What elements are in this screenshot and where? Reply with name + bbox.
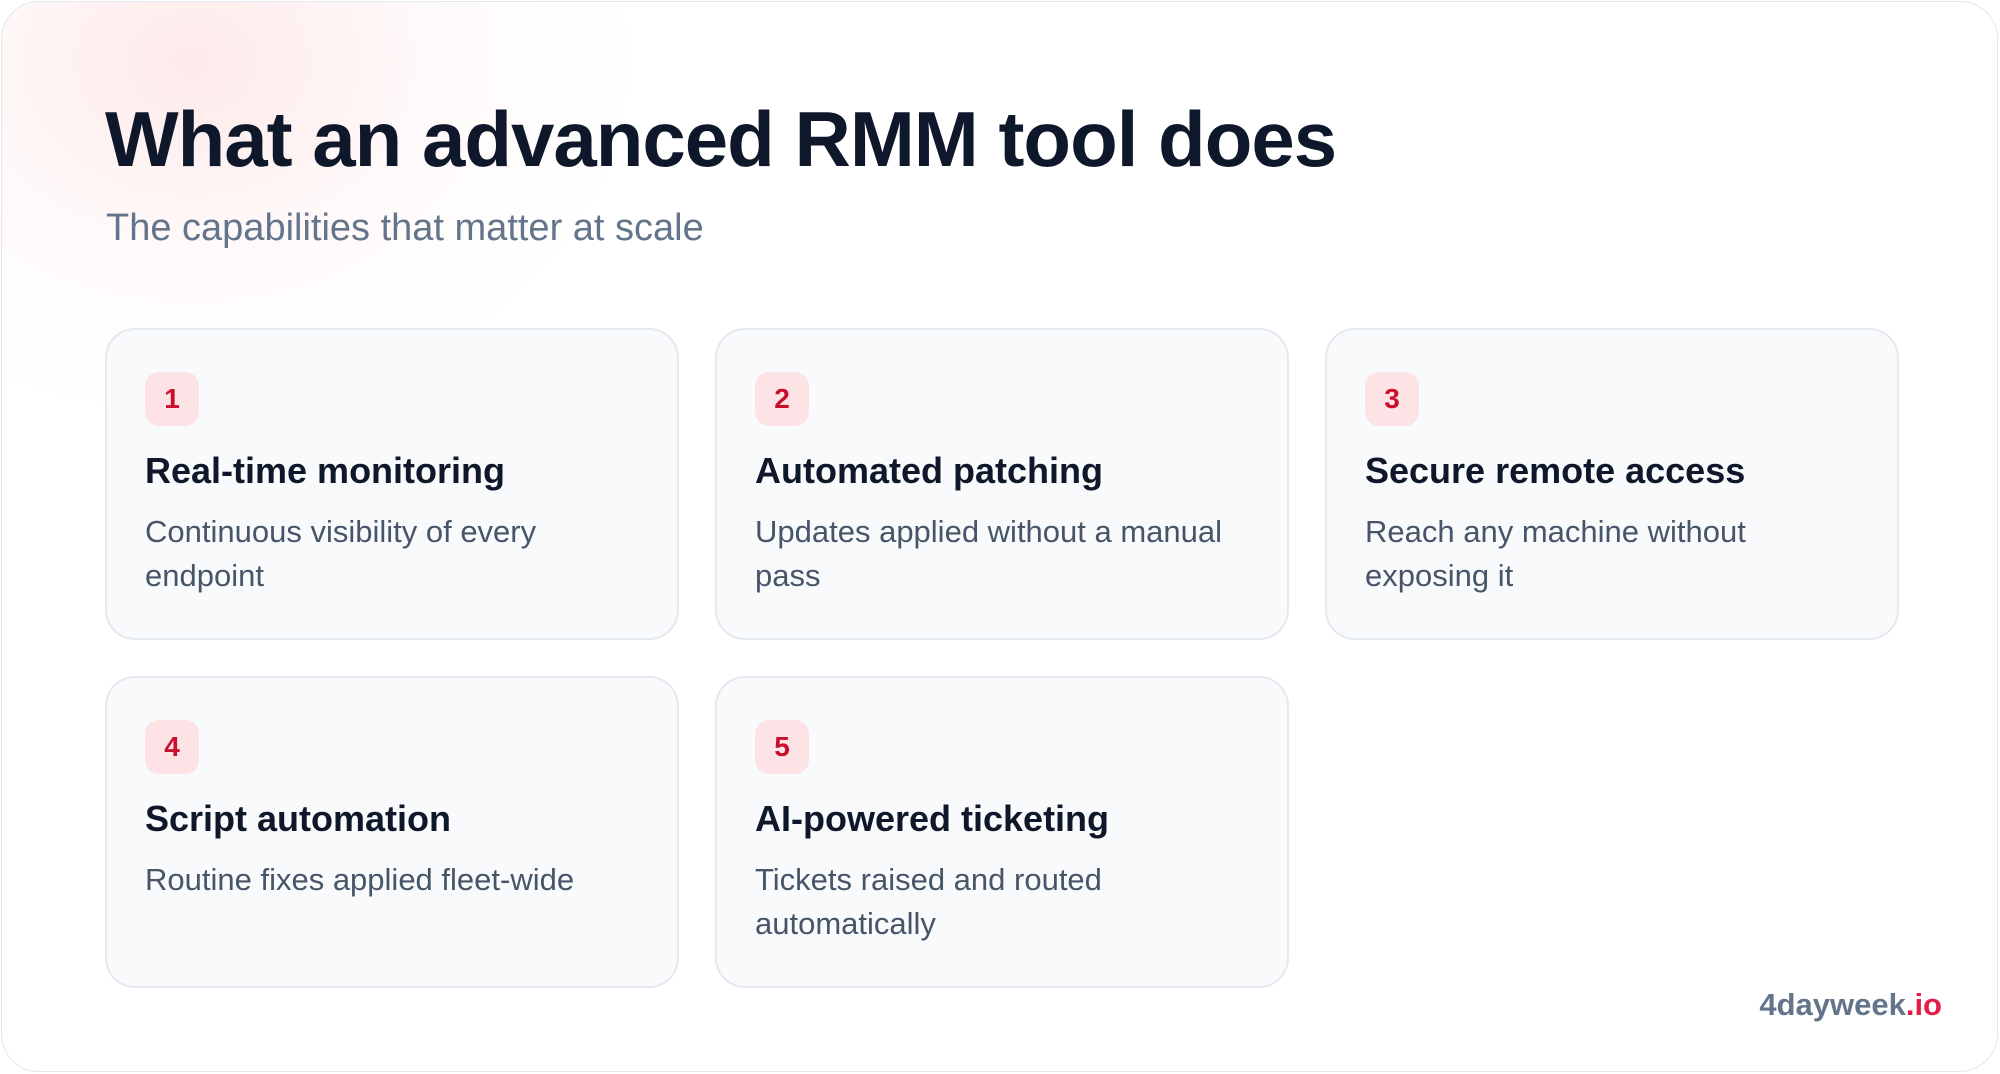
card-description: Continuous visibility of every endpoint bbox=[145, 514, 537, 593]
card-number-badge: 1 bbox=[145, 372, 199, 426]
slide-frame: What an advanced RMM tool does The capab… bbox=[1, 1, 1998, 1072]
card-title: Secure remote access bbox=[1365, 450, 1746, 491]
card-description: Reach any machine without exposing it bbox=[1365, 514, 1746, 593]
capability-card-ticketing: 5 AI-powered ticketing Tickets raised an… bbox=[715, 676, 1289, 988]
card-title: AI-powered ticketing bbox=[755, 798, 1110, 839]
page-subtitle: The capabilities that matter at scale bbox=[106, 207, 704, 249]
card-description: Updates applied without a manual pass bbox=[755, 514, 1223, 593]
brand-logo: 4dayweek.io bbox=[1759, 987, 1942, 1023]
card-title: Real-time monitoring bbox=[145, 450, 506, 491]
capability-card-scripting: 4 Script automation Routine fixes applie… bbox=[105, 676, 679, 988]
card-number-badge: 3 bbox=[1365, 372, 1419, 426]
card-title: Script automation bbox=[145, 798, 452, 839]
card-number-badge: 5 bbox=[755, 720, 809, 774]
capability-grid: 1 Real-time monitoring Continuous visibi… bbox=[105, 328, 1899, 988]
card-number-badge: 4 bbox=[145, 720, 199, 774]
card-title: Automated patching bbox=[755, 450, 1103, 491]
card-description: Tickets raised and routed automatically bbox=[755, 862, 1102, 941]
card-number-badge: 2 bbox=[755, 372, 809, 426]
capability-card-monitoring: 1 Real-time monitoring Continuous visibi… bbox=[105, 328, 679, 640]
page-title: What an advanced RMM tool does bbox=[105, 95, 1337, 183]
brand-name: 4dayweek bbox=[1759, 987, 1906, 1022]
card-description: Routine fixes applied fleet-wide bbox=[145, 862, 575, 897]
capability-card-remote-access: 3 Secure remote access Reach any machine… bbox=[1325, 328, 1899, 640]
brand-suffix: .io bbox=[1905, 987, 1942, 1022]
capability-card-patching: 2 Automated patching Updates applied wit… bbox=[715, 328, 1289, 640]
